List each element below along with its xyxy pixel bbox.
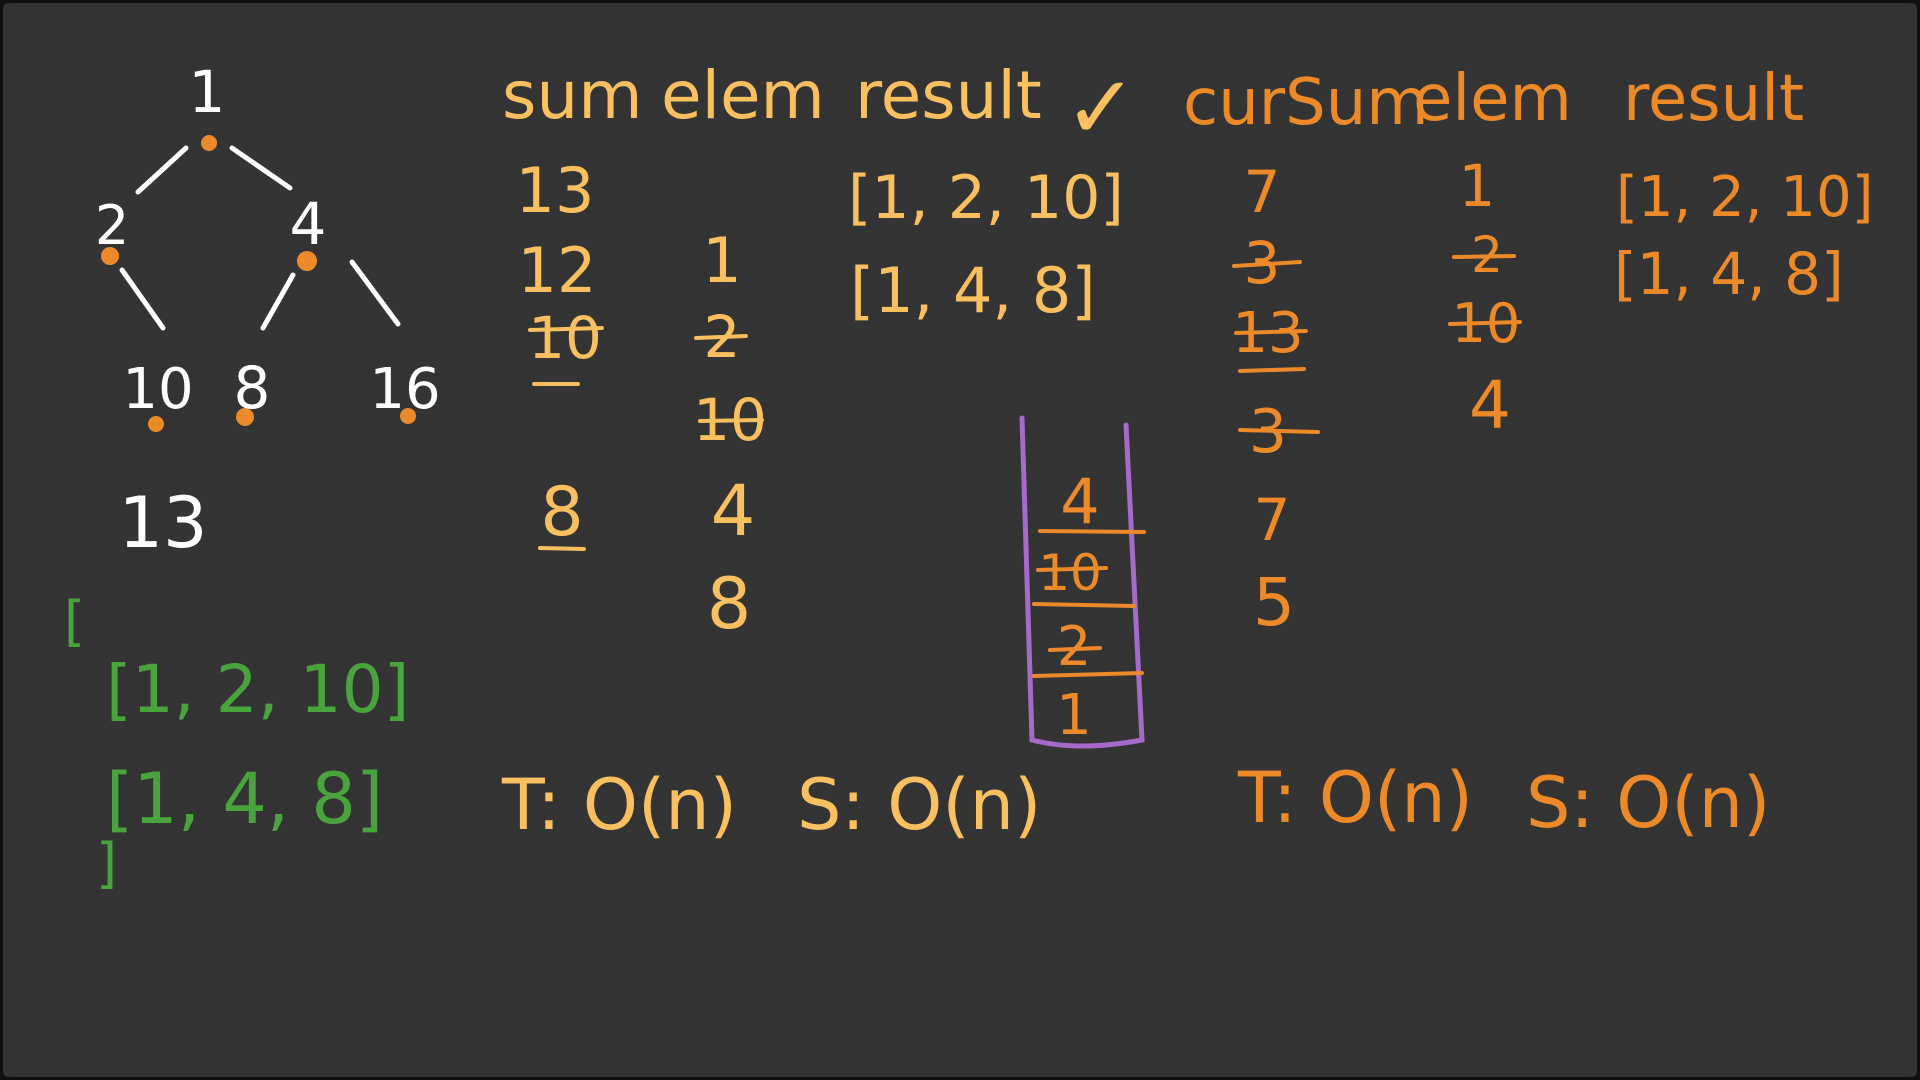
- target-sum: 13: [118, 482, 207, 564]
- table1-result-2: [1, 4, 8]: [850, 254, 1096, 327]
- stack-item-4: 4: [1060, 465, 1099, 538]
- answer-path-1: [1, 2, 10]: [106, 651, 409, 728]
- table1-time-complexity: T: O(n): [501, 764, 737, 846]
- underline-sum-8: [538, 546, 586, 551]
- strike-elem2-10: [1448, 320, 1522, 326]
- strike-stack-10: [1036, 566, 1108, 572]
- table1-header-result: result: [855, 57, 1042, 134]
- table1-sum-12: 12: [518, 234, 597, 307]
- strike-cursum-3b: [1238, 428, 1320, 434]
- answer-close-bracket: ]: [96, 832, 117, 895]
- table1-header-sum: sum: [502, 57, 643, 134]
- tree-node-4: 4: [290, 190, 327, 258]
- strike-elem2-2: [1452, 254, 1516, 259]
- checkmark-icon: ✓: [1064, 56, 1138, 159]
- stack-divider-2: [1032, 602, 1136, 608]
- strike-elem-10: [698, 418, 764, 423]
- table2-header-result: result: [1623, 62, 1804, 136]
- strike-cursum-13: [1234, 329, 1308, 335]
- table2-result-1: [1, 2, 10]: [1616, 165, 1873, 230]
- tree-node-1: 1: [189, 58, 226, 126]
- strike-sum-10: [528, 326, 604, 332]
- stack-item-10: 10: [1038, 544, 1102, 602]
- table1-result-1: [1, 2, 10]: [848, 163, 1124, 233]
- table1-space-complexity: S: O(n): [797, 764, 1041, 846]
- tree-node-8: 8: [234, 354, 271, 422]
- table2-result-2: [1, 4, 8]: [1614, 240, 1844, 308]
- table2-cursum-7a: 7: [1244, 158, 1281, 226]
- whiteboard-canvas: 1 2 4 10 8 16 13 [ [1, 2, 10] [1, 4, 8] …: [0, 0, 1920, 1080]
- stack-item-1: 1: [1056, 683, 1092, 748]
- underline-cursum-13: [1238, 367, 1306, 373]
- stack-item-2: 2: [1057, 615, 1091, 678]
- table2-header-cursum: curSum: [1183, 66, 1429, 140]
- answer-open-bracket: [: [64, 590, 85, 653]
- table2-time-complexity: T: O(n): [1237, 757, 1473, 839]
- visited-dot-1: [201, 135, 217, 151]
- strike-stack-2: [1048, 646, 1102, 652]
- table2-space-complexity: S: O(n): [1526, 762, 1770, 844]
- table2-cursum-5: 5: [1253, 564, 1295, 641]
- table1-elem-8: 8: [707, 563, 752, 645]
- table2-elem-1: 1: [1459, 152, 1496, 220]
- answer-path-2: [1, 4, 8]: [106, 758, 383, 840]
- tree-node-16: 16: [369, 357, 440, 422]
- tree-node-10: 10: [122, 357, 193, 422]
- table2-elem-4: 4: [1469, 367, 1511, 444]
- strike-elem-2: [694, 334, 748, 340]
- table1-sum-10: 10: [528, 304, 602, 372]
- table2-header-elem: elem: [1413, 62, 1572, 136]
- table1-sum-13: 13: [516, 154, 595, 227]
- table1-elem-4: 4: [711, 470, 756, 552]
- table2-cursum-7b: 7: [1254, 486, 1291, 554]
- table1-elem-1: 1: [702, 224, 741, 297]
- tree-node-2: 2: [95, 194, 129, 257]
- table1-sum-8: 8: [540, 473, 583, 552]
- table1-header-elem: elem: [661, 57, 825, 134]
